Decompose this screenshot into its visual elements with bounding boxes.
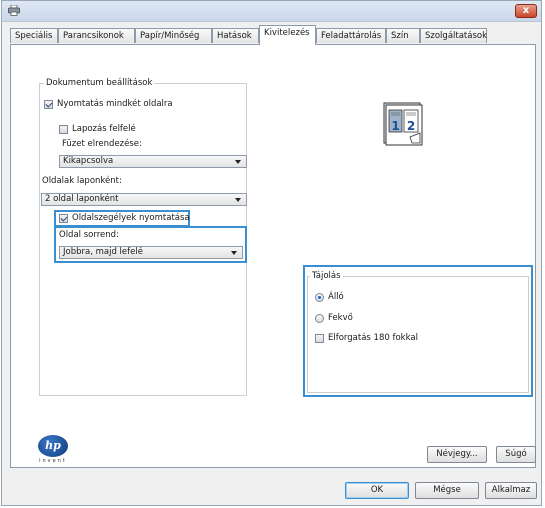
flip-pages-up-label: Lapozás felfelé <box>72 124 136 134</box>
tab-advanced[interactable]: Speciális <box>10 28 58 43</box>
booklet-layout-label: Füzet elrendezése: <box>62 139 142 149</box>
portrait-label: Álló <box>328 292 344 302</box>
tab-color[interactable]: Szín <box>386 28 420 43</box>
tab-paper-quality[interactable]: Papír/Minőség <box>135 28 212 43</box>
document-options-title: Dokumentum beállítások <box>44 78 155 88</box>
chevron-down-icon <box>231 251 237 255</box>
pages-per-sheet-label: Oldalak laponként: <box>42 176 122 186</box>
preview-page-1: 1 <box>391 119 399 133</box>
close-button[interactable]: x <box>515 4 537 18</box>
close-icon: x <box>522 5 530 16</box>
preview-page-2: 2 <box>407 119 415 133</box>
apply-button[interactable]: Alkalmaz <box>485 482 537 499</box>
tab-finishing[interactable]: Kivitelezés <box>259 25 316 45</box>
tab-bar: Speciális Parancsikonok Papír/Minőség Ha… <box>10 23 538 45</box>
rotate-180-label: Elforgatás 180 fokkal <box>328 333 418 343</box>
hp-logo: hp <box>38 435 68 457</box>
page-order-dropdown[interactable]: Jobbra, majd lefelé <box>59 246 243 259</box>
booklet-layout-value: Kikapcsolva <box>63 156 114 166</box>
printer-icon <box>8 5 20 16</box>
print-page-borders-label: Oldalszegélyek nyomtatása <box>72 213 190 223</box>
hp-tagline: invent <box>39 458 67 464</box>
tab-effects[interactable]: Hatások <box>212 28 259 43</box>
chevron-down-icon <box>235 160 241 164</box>
chevron-down-icon <box>235 198 241 202</box>
pages-per-sheet-value: 2 oldal laponként <box>45 194 119 204</box>
orientation-title: Tájolás <box>310 271 343 281</box>
printer-properties-window: x Speciális Parancsikonok Papír/Minőség … <box>1 0 542 506</box>
booklet-layout-dropdown[interactable]: Kikapcsolva <box>59 155 247 168</box>
pages-per-sheet-dropdown[interactable]: 2 oldal laponként <box>41 193 247 206</box>
page-order-value: Jobbra, majd lefelé <box>63 247 143 257</box>
page-layout-preview-icon: 1 2 <box>383 102 423 146</box>
print-both-sides-label: Nyomtatás mindkét oldalra <box>57 99 173 109</box>
landscape-label: Fekvő <box>328 313 353 323</box>
tab-job-storage[interactable]: Feladattárolás <box>316 28 386 43</box>
tab-shortcuts[interactable]: Parancsikonok <box>58 28 135 43</box>
portrait-radio[interactable] <box>315 293 324 302</box>
page-order-label: Oldal sorrend: <box>59 230 119 240</box>
ok-button[interactable]: OK <box>345 482 409 499</box>
about-button[interactable]: Névjegy... <box>427 446 487 463</box>
print-page-borders-checkbox[interactable] <box>59 214 68 223</box>
help-button[interactable]: Súgó <box>496 446 536 463</box>
flip-pages-up-checkbox[interactable] <box>59 125 68 134</box>
landscape-radio[interactable] <box>315 314 324 323</box>
cancel-button[interactable]: Mégse <box>415 482 479 499</box>
rotate-180-checkbox[interactable] <box>315 334 324 343</box>
tab-services[interactable]: Szolgáltatások <box>420 28 487 43</box>
print-both-sides-checkbox[interactable] <box>44 100 53 109</box>
title-bar: x <box>2 1 541 22</box>
